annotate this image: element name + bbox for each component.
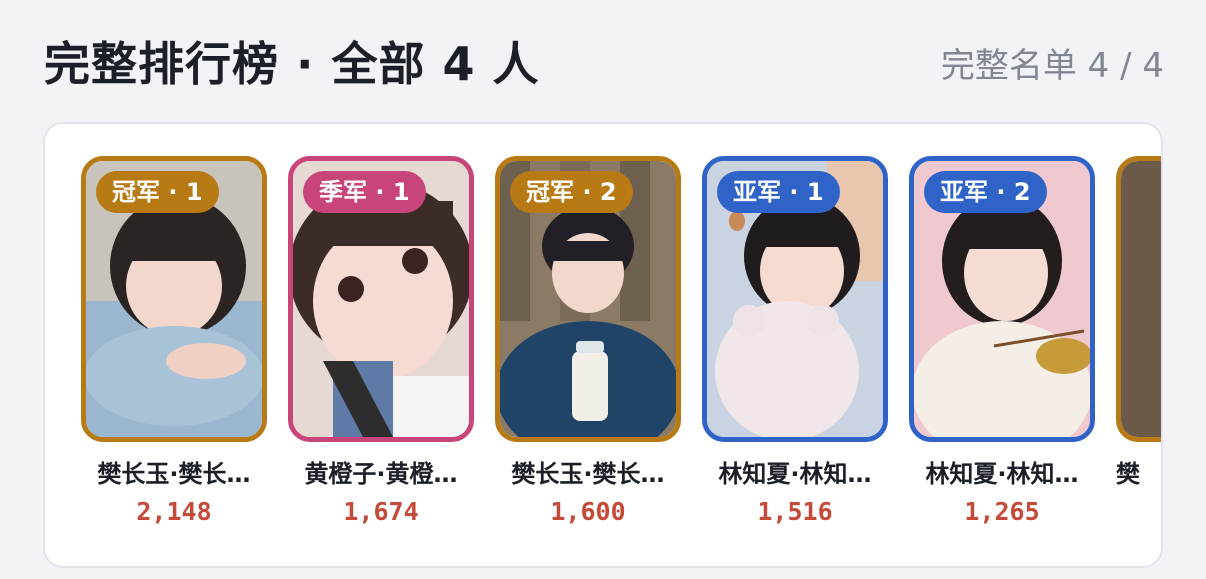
card-frame: 冠军 · 2 <box>495 156 681 442</box>
vote-count: 2,148 <box>136 497 212 526</box>
rank-badge: 亚军 · 2 <box>924 171 1047 213</box>
contestant-name: 樊 <box>1116 460 1140 488</box>
roster-count: 完整名单 4 / 4 <box>940 46 1164 86</box>
contestant-photo <box>1121 161 1161 437</box>
rank-badge: 冠军 · 1 <box>96 171 219 213</box>
contestant-name: 林知夏·林知… <box>925 460 1079 488</box>
card-frame: 冠军 · 1 <box>81 156 267 442</box>
contestant-name: 林知夏·林知… <box>718 460 872 488</box>
ranking-card[interactable]: 冠军 · 1 樊长玉·樊长… 2,148 <box>81 156 267 526</box>
vote-count: 1,674 <box>343 497 419 526</box>
ranking-list-panel[interactable]: 冠军 · 1 樊长玉·樊长… 2,148 季军 · 1 黄橙子·黄橙… 1,67… <box>43 122 1163 568</box>
ranking-card[interactable]: 亚军 · 2 林知夏·林知… 1,265 <box>909 156 1095 526</box>
page-title: 完整排行榜 · 全部 4 人 <box>44 37 540 91</box>
ranking-header: 完整排行榜 · 全部 4 人 完整名单 4 / 4 <box>0 0 1206 120</box>
ranking-card[interactable]: 樊 <box>1116 156 1161 489</box>
contestant-name: 黄橙子·黄橙… <box>304 460 458 488</box>
rank-badge: 季军 · 1 <box>303 171 426 213</box>
rank-badge: 亚军 · 1 <box>717 171 840 213</box>
card-frame <box>1116 156 1161 442</box>
ranking-card[interactable]: 季军 · 1 黄橙子·黄橙… 1,674 <box>288 156 474 526</box>
vote-count: 1,600 <box>550 497 626 526</box>
vote-count: 1,265 <box>964 497 1040 526</box>
ranking-card[interactable]: 亚军 · 1 林知夏·林知… 1,516 <box>702 156 888 526</box>
contestant-name: 樊长玉·樊长… <box>97 460 251 488</box>
contestant-name: 樊长玉·樊长… <box>511 460 665 488</box>
rank-badge: 冠军 · 2 <box>510 171 633 213</box>
card-frame: 季军 · 1 <box>288 156 474 442</box>
card-frame: 亚军 · 2 <box>909 156 1095 442</box>
ranking-card[interactable]: 冠军 · 2 樊长玉·樊长… 1,600 <box>495 156 681 526</box>
vote-count: 1,516 <box>757 497 833 526</box>
card-frame: 亚军 · 1 <box>702 156 888 442</box>
